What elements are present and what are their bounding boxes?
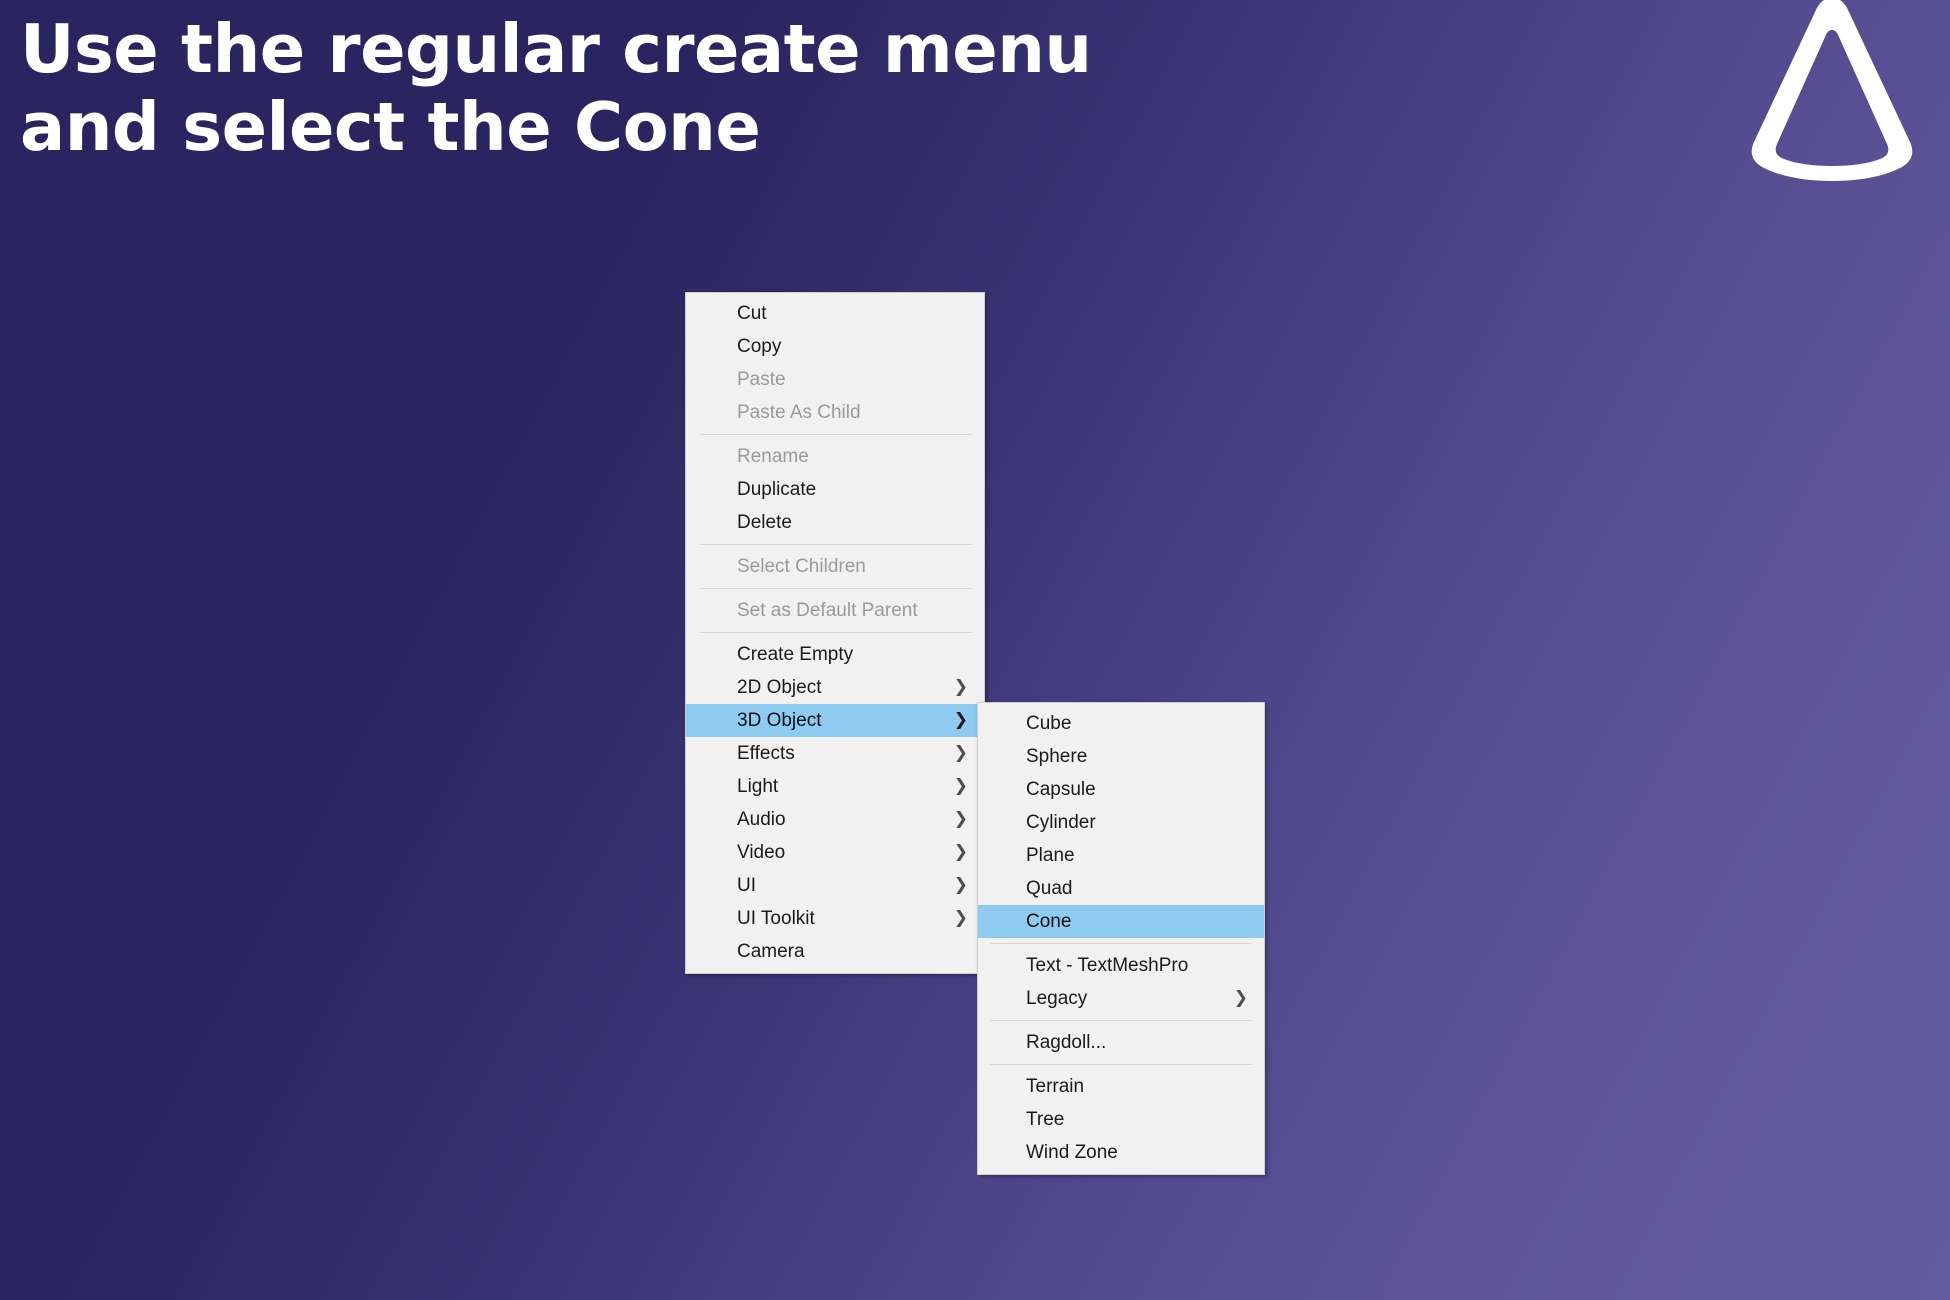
menu-item-3d-object[interactable]: 3D Object ❯ [686, 704, 984, 737]
3d-object-submenu[interactable]: Cube Sphere Capsule Cylinder Plane Quad Cone Te… [977, 702, 1265, 1175]
menu-item-label: Copy [737, 336, 782, 357]
menu-item-label: Paste [737, 369, 786, 390]
submenu-item-capsule[interactable]: Capsule [978, 773, 1264, 806]
menu-item-duplicate[interactable]: Duplicate [686, 473, 984, 506]
submenu-item-text-textmeshpro[interactable]: Text - TextMeshPro [978, 949, 1264, 982]
hierarchy-context-menu[interactable]: Cut Copy Paste Paste As Child Rename Duplicat… [685, 292, 985, 974]
menu-item-effects[interactable]: Effects ❯ [686, 737, 984, 770]
submenu-item-cone[interactable]: Cone [978, 905, 1264, 938]
menu-item-label: Tree [1026, 1109, 1065, 1130]
submenu-item-wind-zone[interactable]: Wind Zone [978, 1136, 1264, 1169]
menu-item-label: Legacy [1026, 988, 1088, 1009]
menu-item-label: Cone [1026, 911, 1072, 932]
chevron-right-icon: ❯ [953, 875, 968, 895]
menu-item-rename: Rename [686, 440, 984, 473]
menu-item-label: Delete [737, 512, 792, 533]
menu-item-label: Select Children [737, 556, 866, 577]
menu-item-camera[interactable]: Camera [686, 935, 984, 968]
menu-item-label: Effects [737, 743, 795, 764]
menu-item-label: Quad [1026, 878, 1073, 899]
submenu-item-plane[interactable]: Plane [978, 839, 1264, 872]
menu-item-label: Camera [737, 941, 805, 962]
chevron-right-icon: ❯ [953, 677, 968, 697]
menu-item-label: Paste As Child [737, 402, 861, 423]
submenu-item-quad[interactable]: Quad [978, 872, 1264, 905]
menu-item-label: Create Empty [737, 644, 854, 665]
submenu-item-terrain[interactable]: Terrain [978, 1070, 1264, 1103]
menu-item-label: 3D Object [737, 710, 822, 731]
menu-item-set-as-default-parent: Set as Default Parent [686, 594, 984, 627]
menu-item-label: Text - TextMeshPro [1026, 955, 1189, 976]
menu-item-create-empty[interactable]: Create Empty [686, 638, 984, 671]
menu-item-select-children: Select Children [686, 550, 984, 583]
chevron-right-icon: ❯ [953, 908, 968, 928]
menu-item-audio[interactable]: Audio ❯ [686, 803, 984, 836]
menu-item-label: Ragdoll... [1026, 1032, 1107, 1053]
slide-canvas: Use the regular create menu and select t… [0, 0, 1950, 1300]
menu-item-label: Rename [737, 446, 809, 467]
submenu-item-cube[interactable]: Cube [978, 707, 1264, 740]
submenu-item-sphere[interactable]: Sphere [978, 740, 1264, 773]
menu-separator [990, 943, 1252, 944]
chevron-right-icon: ❯ [953, 842, 968, 862]
submenu-item-legacy[interactable]: Legacy ❯ [978, 982, 1264, 1015]
menu-item-label: Wind Zone [1026, 1142, 1118, 1163]
menu-separator [990, 1064, 1252, 1065]
menu-item-paste-as-child: Paste As Child [686, 396, 984, 429]
menu-item-label: Sphere [1026, 746, 1088, 767]
menu-item-label: Cylinder [1026, 812, 1096, 833]
menu-item-video[interactable]: Video ❯ [686, 836, 984, 869]
chevron-right-icon: ❯ [953, 710, 968, 730]
menu-item-ui-toolkit[interactable]: UI Toolkit ❯ [686, 902, 984, 935]
menu-item-paste: Paste [686, 363, 984, 396]
menu-item-label: Duplicate [737, 479, 817, 500]
menu-item-label: Audio [737, 809, 786, 830]
menu-item-label: UI [737, 875, 756, 896]
menu-item-label: Terrain [1026, 1076, 1085, 1097]
submenu-item-cylinder[interactable]: Cylinder [978, 806, 1264, 839]
menu-item-light[interactable]: Light ❯ [686, 770, 984, 803]
menu-item-copy[interactable]: Copy [686, 330, 984, 363]
menu-item-label: Video [737, 842, 786, 863]
menu-item-cut[interactable]: Cut [686, 297, 984, 330]
menu-separator [700, 588, 972, 589]
menu-separator [700, 632, 972, 633]
menu-item-label: Cube [1026, 713, 1072, 734]
menu-separator [990, 1020, 1252, 1021]
menu-item-label: Cut [737, 303, 767, 324]
submenu-item-tree[interactable]: Tree [978, 1103, 1264, 1136]
chevron-right-icon: ❯ [953, 809, 968, 829]
menu-item-label: Plane [1026, 845, 1075, 866]
menu-item-label: Capsule [1026, 779, 1096, 800]
menu-item-label: 2D Object [737, 677, 822, 698]
menu-separator [700, 434, 972, 435]
chevron-right-icon: ❯ [953, 776, 968, 796]
chevron-right-icon: ❯ [1233, 988, 1248, 1008]
submenu-item-ragdoll[interactable]: Ragdoll... [978, 1026, 1264, 1059]
cone-outline-icon [1732, 0, 1932, 184]
menu-item-2d-object[interactable]: 2D Object ❯ [686, 671, 984, 704]
menu-item-label: UI Toolkit [737, 908, 815, 929]
menu-item-ui[interactable]: UI ❯ [686, 869, 984, 902]
menu-item-label: Set as Default Parent [737, 600, 918, 621]
menu-separator [700, 544, 972, 545]
page-title: Use the regular create menu and select t… [20, 10, 1092, 167]
menu-item-delete[interactable]: Delete [686, 506, 984, 539]
menu-item-label: Light [737, 776, 779, 797]
chevron-right-icon: ❯ [953, 743, 968, 763]
